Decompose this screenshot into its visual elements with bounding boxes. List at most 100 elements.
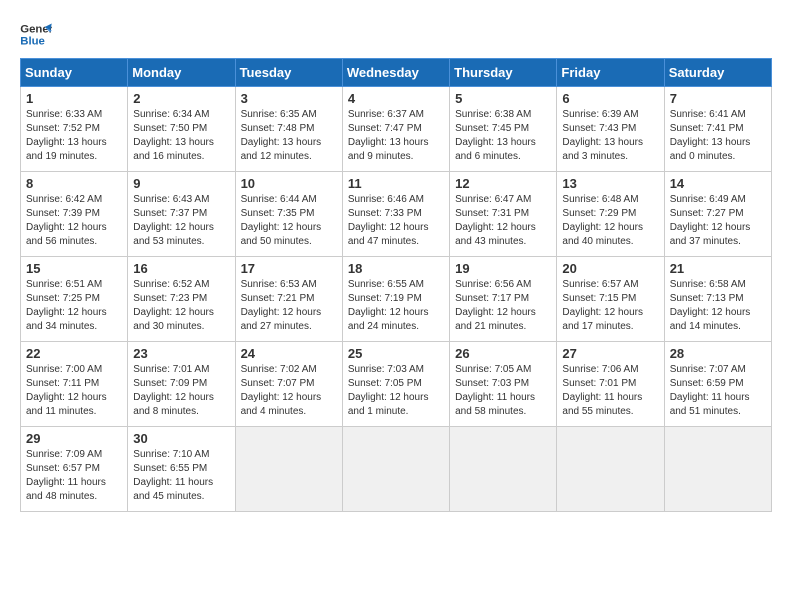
day-info: Sunrise: 6:55 AM Sunset: 7:19 PM Dayligh… — [348, 278, 444, 334]
day-info: Sunrise: 6:52 AM Sunset: 7:23 PM Dayligh… — [133, 278, 229, 334]
day-number: 12 — [455, 176, 551, 191]
day-number: 1 — [26, 91, 122, 106]
calendar-cell — [342, 427, 449, 512]
calendar-cell: 9 Sunrise: 6:43 AM Sunset: 7:37 PM Daylig… — [128, 172, 235, 257]
week-row-5: 29 Sunrise: 7:09 AM Sunset: 6:57 PM Dayli… — [21, 427, 772, 512]
calendar-cell — [664, 427, 771, 512]
week-row-3: 15 Sunrise: 6:51 AM Sunset: 7:25 PM Dayli… — [21, 257, 772, 342]
calendar-cell — [235, 427, 342, 512]
calendar-cell: 23Sunrise: 7:01 AM Sunset: 7:09 PM Dayli… — [128, 342, 235, 427]
day-number: 4 — [348, 91, 444, 106]
day-info: Sunrise: 6:35 AM Sunset: 7:48 PM Dayligh… — [241, 108, 337, 164]
calendar-cell: 14Sunrise: 6:49 AM Sunset: 7:27 PM Dayli… — [664, 172, 771, 257]
weekday-thursday: Thursday — [450, 59, 557, 87]
calendar-cell: 30Sunrise: 7:10 AM Sunset: 6:55 PM Dayli… — [128, 427, 235, 512]
weekday-tuesday: Tuesday — [235, 59, 342, 87]
day-info: Sunrise: 7:00 AM Sunset: 7:11 PM Dayligh… — [26, 363, 122, 419]
day-info: Sunrise: 6:44 AM Sunset: 7:35 PM Dayligh… — [241, 193, 337, 249]
calendar-cell: 4 Sunrise: 6:37 AM Sunset: 7:47 PM Daylig… — [342, 87, 449, 172]
week-row-1: 1 Sunrise: 6:33 AM Sunset: 7:52 PM Daylig… — [21, 87, 772, 172]
day-info: Sunrise: 6:51 AM Sunset: 7:25 PM Dayligh… — [26, 278, 122, 334]
weekday-wednesday: Wednesday — [342, 59, 449, 87]
day-number: 7 — [670, 91, 766, 106]
weekday-monday: Monday — [128, 59, 235, 87]
day-info: Sunrise: 7:10 AM Sunset: 6:55 PM Dayligh… — [133, 448, 229, 504]
day-info: Sunrise: 6:42 AM Sunset: 7:39 PM Dayligh… — [26, 193, 122, 249]
day-info: Sunrise: 6:33 AM Sunset: 7:52 PM Dayligh… — [26, 108, 122, 164]
day-number: 22 — [26, 346, 122, 361]
weekday-friday: Friday — [557, 59, 664, 87]
weekday-sunday: Sunday — [21, 59, 128, 87]
calendar-cell: 6 Sunrise: 6:39 AM Sunset: 7:43 PM Daylig… — [557, 87, 664, 172]
day-info: Sunrise: 6:46 AM Sunset: 7:33 PM Dayligh… — [348, 193, 444, 249]
calendar-cell: 3 Sunrise: 6:35 AM Sunset: 7:48 PM Daylig… — [235, 87, 342, 172]
calendar-cell: 25 Sunrise: 7:03 AM Sunset: 7:05 PM Dayli… — [342, 342, 449, 427]
calendar-cell: 7 Sunrise: 6:41 AM Sunset: 7:41 PM Daylig… — [664, 87, 771, 172]
calendar-cell: 28Sunrise: 7:07 AM Sunset: 6:59 PM Dayli… — [664, 342, 771, 427]
calendar-cell — [450, 427, 557, 512]
week-row-2: 8Sunrise: 6:42 AM Sunset: 7:39 PM Daylig… — [21, 172, 772, 257]
day-info: Sunrise: 6:34 AM Sunset: 7:50 PM Dayligh… — [133, 108, 229, 164]
calendar-cell: 24 Sunrise: 7:02 AM Sunset: 7:07 PM Dayli… — [235, 342, 342, 427]
weekday-row: SundayMondayTuesdayWednesdayThursdayFrid… — [21, 59, 772, 87]
day-info: Sunrise: 7:01 AM Sunset: 7:09 PM Dayligh… — [133, 363, 229, 419]
calendar-body: 1 Sunrise: 6:33 AM Sunset: 7:52 PM Daylig… — [21, 87, 772, 512]
calendar-cell: 16 Sunrise: 6:52 AM Sunset: 7:23 PM Dayli… — [128, 257, 235, 342]
calendar-cell: 5 Sunrise: 6:38 AM Sunset: 7:45 PM Daylig… — [450, 87, 557, 172]
day-number: 13 — [562, 176, 658, 191]
calendar-cell: 22 Sunrise: 7:00 AM Sunset: 7:11 PM Dayli… — [21, 342, 128, 427]
calendar-cell: 11Sunrise: 6:46 AM Sunset: 7:33 PM Dayli… — [342, 172, 449, 257]
day-info: Sunrise: 6:47 AM Sunset: 7:31 PM Dayligh… — [455, 193, 551, 249]
day-info: Sunrise: 7:03 AM Sunset: 7:05 PM Dayligh… — [348, 363, 444, 419]
calendar-cell: 29 Sunrise: 7:09 AM Sunset: 6:57 PM Dayli… — [21, 427, 128, 512]
calendar-cell — [557, 427, 664, 512]
calendar-cell: 26Sunrise: 7:05 AM Sunset: 7:03 PM Dayli… — [450, 342, 557, 427]
calendar-cell: 27Sunrise: 7:06 AM Sunset: 7:01 PM Dayli… — [557, 342, 664, 427]
day-number: 3 — [241, 91, 337, 106]
day-info: Sunrise: 6:41 AM Sunset: 7:41 PM Dayligh… — [670, 108, 766, 164]
day-number: 9 — [133, 176, 229, 191]
calendar-cell: 13Sunrise: 6:48 AM Sunset: 7:29 PM Dayli… — [557, 172, 664, 257]
calendar-cell: 15 Sunrise: 6:51 AM Sunset: 7:25 PM Dayli… — [21, 257, 128, 342]
day-info: Sunrise: 6:39 AM Sunset: 7:43 PM Dayligh… — [562, 108, 658, 164]
day-number: 19 — [455, 261, 551, 276]
weekday-saturday: Saturday — [664, 59, 771, 87]
calendar-cell: 19 Sunrise: 6:56 AM Sunset: 7:17 PM Dayli… — [450, 257, 557, 342]
day-info: Sunrise: 6:37 AM Sunset: 7:47 PM Dayligh… — [348, 108, 444, 164]
calendar-cell: 10 Sunrise: 6:44 AM Sunset: 7:35 PM Dayli… — [235, 172, 342, 257]
day-number: 2 — [133, 91, 229, 106]
day-info: Sunrise: 6:43 AM Sunset: 7:37 PM Dayligh… — [133, 193, 229, 249]
day-number: 16 — [133, 261, 229, 276]
calendar-cell: 12 Sunrise: 6:47 AM Sunset: 7:31 PM Dayli… — [450, 172, 557, 257]
logo: General Blue — [20, 20, 52, 48]
day-number: 15 — [26, 261, 122, 276]
day-info: Sunrise: 6:56 AM Sunset: 7:17 PM Dayligh… — [455, 278, 551, 334]
day-info: Sunrise: 7:07 AM Sunset: 6:59 PM Dayligh… — [670, 363, 766, 419]
day-number: 25 — [348, 346, 444, 361]
day-number: 10 — [241, 176, 337, 191]
calendar-cell: 17 Sunrise: 6:53 AM Sunset: 7:21 PM Dayli… — [235, 257, 342, 342]
day-number: 6 — [562, 91, 658, 106]
svg-text:Blue: Blue — [20, 36, 45, 48]
day-info: Sunrise: 6:53 AM Sunset: 7:21 PM Dayligh… — [241, 278, 337, 334]
calendar-cell: 2 Sunrise: 6:34 AM Sunset: 7:50 PM Daylig… — [128, 87, 235, 172]
day-number: 21 — [670, 261, 766, 276]
calendar-table: SundayMondayTuesdayWednesdayThursdayFrid… — [20, 58, 772, 512]
day-info: Sunrise: 6:57 AM Sunset: 7:15 PM Dayligh… — [562, 278, 658, 334]
day-number: 29 — [26, 431, 122, 446]
day-info: Sunrise: 6:49 AM Sunset: 7:27 PM Dayligh… — [670, 193, 766, 249]
week-row-4: 22 Sunrise: 7:00 AM Sunset: 7:11 PM Dayli… — [21, 342, 772, 427]
logo-icon: General Blue — [20, 20, 52, 48]
calendar-cell: 18 Sunrise: 6:55 AM Sunset: 7:19 PM Dayli… — [342, 257, 449, 342]
day-number: 20 — [562, 261, 658, 276]
day-number: 17 — [241, 261, 337, 276]
day-info: Sunrise: 7:09 AM Sunset: 6:57 PM Dayligh… — [26, 448, 122, 504]
day-number: 18 — [348, 261, 444, 276]
day-info: Sunrise: 6:38 AM Sunset: 7:45 PM Dayligh… — [455, 108, 551, 164]
day-number: 5 — [455, 91, 551, 106]
calendar-cell: 8Sunrise: 6:42 AM Sunset: 7:39 PM Daylig… — [21, 172, 128, 257]
day-number: 24 — [241, 346, 337, 361]
day-info: Sunrise: 7:02 AM Sunset: 7:07 PM Dayligh… — [241, 363, 337, 419]
calendar-cell: 20 Sunrise: 6:57 AM Sunset: 7:15 PM Dayli… — [557, 257, 664, 342]
day-number: 27 — [562, 346, 658, 361]
